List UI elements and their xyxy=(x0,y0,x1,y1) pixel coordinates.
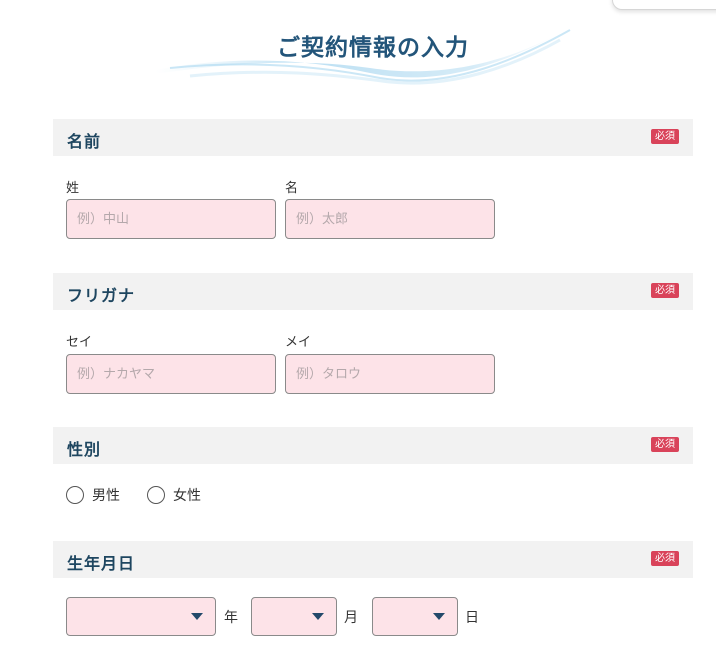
first-name-label: 名 xyxy=(285,181,299,196)
first-name-kana-input[interactable] xyxy=(285,354,495,394)
day-unit-label: 日 xyxy=(465,610,479,626)
section-furigana-header: フリガナ 必須 xyxy=(53,273,693,310)
birth-year-select[interactable] xyxy=(66,597,216,636)
birth-day-select[interactable] xyxy=(372,597,458,636)
birth-month-select[interactable] xyxy=(251,597,337,636)
radio-label: 男性 xyxy=(92,488,120,504)
first-name-input[interactable] xyxy=(285,199,495,239)
required-badge: 必須 xyxy=(651,283,679,298)
last-name-kana-label: セイ xyxy=(66,335,93,350)
month-unit-label: 月 xyxy=(344,610,358,626)
page-header: ご契約情報の入力 xyxy=(0,0,716,100)
radio-circle-icon[interactable] xyxy=(66,486,84,504)
last-name-label: 姓 xyxy=(66,181,80,196)
required-badge: 必須 xyxy=(651,437,679,452)
section-title: 名前 xyxy=(67,132,102,151)
section-title: フリガナ xyxy=(67,286,136,305)
last-name-input[interactable] xyxy=(66,199,276,239)
year-unit-label: 年 xyxy=(224,610,238,626)
chevron-down-icon xyxy=(191,613,203,620)
required-badge: 必須 xyxy=(651,129,679,144)
section-title: 生年月日 xyxy=(67,554,136,573)
chevron-down-icon xyxy=(312,613,324,620)
radio-circle-icon[interactable] xyxy=(147,486,165,504)
page-title: ご契約情報の入力 xyxy=(277,35,469,61)
section-name-header: 名前 必須 xyxy=(53,119,693,156)
gender-radio-male[interactable]: 男性 xyxy=(66,485,120,505)
section-gender-header: 性別 必須 xyxy=(53,427,693,464)
chevron-down-icon xyxy=(433,613,445,620)
gender-radio-female[interactable]: 女性 xyxy=(147,485,201,505)
radio-label: 女性 xyxy=(173,488,201,504)
section-title: 性別 xyxy=(67,440,102,459)
first-name-kana-label: メイ xyxy=(285,335,312,350)
required-badge: 必須 xyxy=(651,551,679,566)
last-name-kana-input[interactable] xyxy=(66,354,276,394)
section-birthday-header: 生年月日 必須 xyxy=(53,541,693,578)
